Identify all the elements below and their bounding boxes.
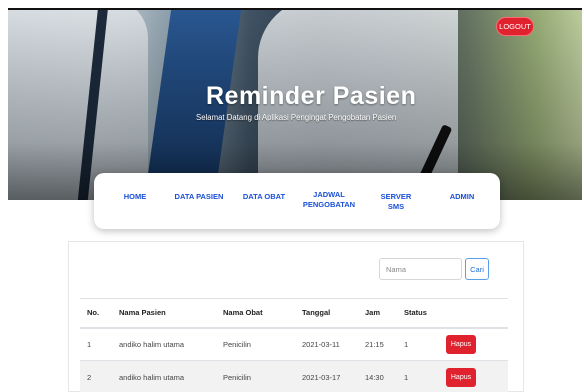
nav-item-data-pasien[interactable]: DATA PASIEN xyxy=(174,192,224,202)
table-row: 2 andiko halim utama Penicilin 2021-03-1… xyxy=(80,360,508,392)
cell-nama-pasien: andiko halim utama xyxy=(112,327,216,361)
hapus-button[interactable]: Hapus xyxy=(446,334,476,354)
column-header-nama-obat: Nama Obat xyxy=(216,298,295,329)
hapus-button[interactable]: Hapus xyxy=(446,367,476,387)
table-row: 1 andiko halim utama Penicilin 2021-03-1… xyxy=(80,327,508,361)
column-header-status: Status xyxy=(397,298,439,329)
page-subtitle: Selamat Datang di Aplikasi Pengingat Pen… xyxy=(196,113,397,122)
page-title: Reminder Pasien xyxy=(206,82,417,110)
column-header-no: No. xyxy=(80,298,112,329)
cell-jam: 21:15 xyxy=(358,327,397,361)
nav-item-data-obat[interactable]: DATA OBAT xyxy=(242,192,286,202)
column-header-jam: Jam xyxy=(358,298,397,329)
cell-action: Hapus xyxy=(439,360,508,392)
table-header-row: No. Nama Pasien Nama Obat Tanggal Jam St… xyxy=(80,298,508,329)
column-header-tanggal: Tanggal xyxy=(295,298,358,329)
cell-tanggal: 2021-03-11 xyxy=(295,327,358,361)
cell-jam: 14:30 xyxy=(358,360,397,392)
cell-tanggal: 2021-03-17 xyxy=(295,360,358,392)
column-header-nama-pasien: Nama Pasien xyxy=(112,298,216,329)
jadwal-table: No. Nama Pasien Nama Obat Tanggal Jam St… xyxy=(80,298,508,392)
cell-no: 2 xyxy=(80,360,112,392)
nav-item-admin[interactable]: ADMIN xyxy=(446,192,478,202)
cell-nama-obat: Penicilin xyxy=(216,327,295,361)
cell-action: Hapus xyxy=(439,327,508,361)
nav-item-jadwal-pengobatan[interactable]: JADWAL PENGOBATAN xyxy=(301,190,357,210)
cell-nama-obat: Penicilin xyxy=(216,360,295,392)
main-nav: HOME DATA PASIEN DATA OBAT JADWAL PENGOB… xyxy=(94,173,500,229)
top-border xyxy=(8,8,582,10)
nav-item-home[interactable]: HOME xyxy=(120,192,150,202)
cell-status: 1 xyxy=(397,360,439,392)
search-button[interactable]: Cari xyxy=(465,258,489,280)
page: LOGOUT Reminder Pasien Selamat Datang di… xyxy=(0,0,584,392)
cell-no: 1 xyxy=(80,327,112,361)
column-header-action xyxy=(439,298,508,329)
cell-nama-pasien: andiko halim utama xyxy=(112,360,216,392)
cell-status: 1 xyxy=(397,327,439,361)
nav-item-server-sms[interactable]: SERVER SMS xyxy=(373,192,419,212)
logout-button[interactable]: LOGOUT xyxy=(496,17,534,36)
search-input[interactable] xyxy=(379,258,462,280)
